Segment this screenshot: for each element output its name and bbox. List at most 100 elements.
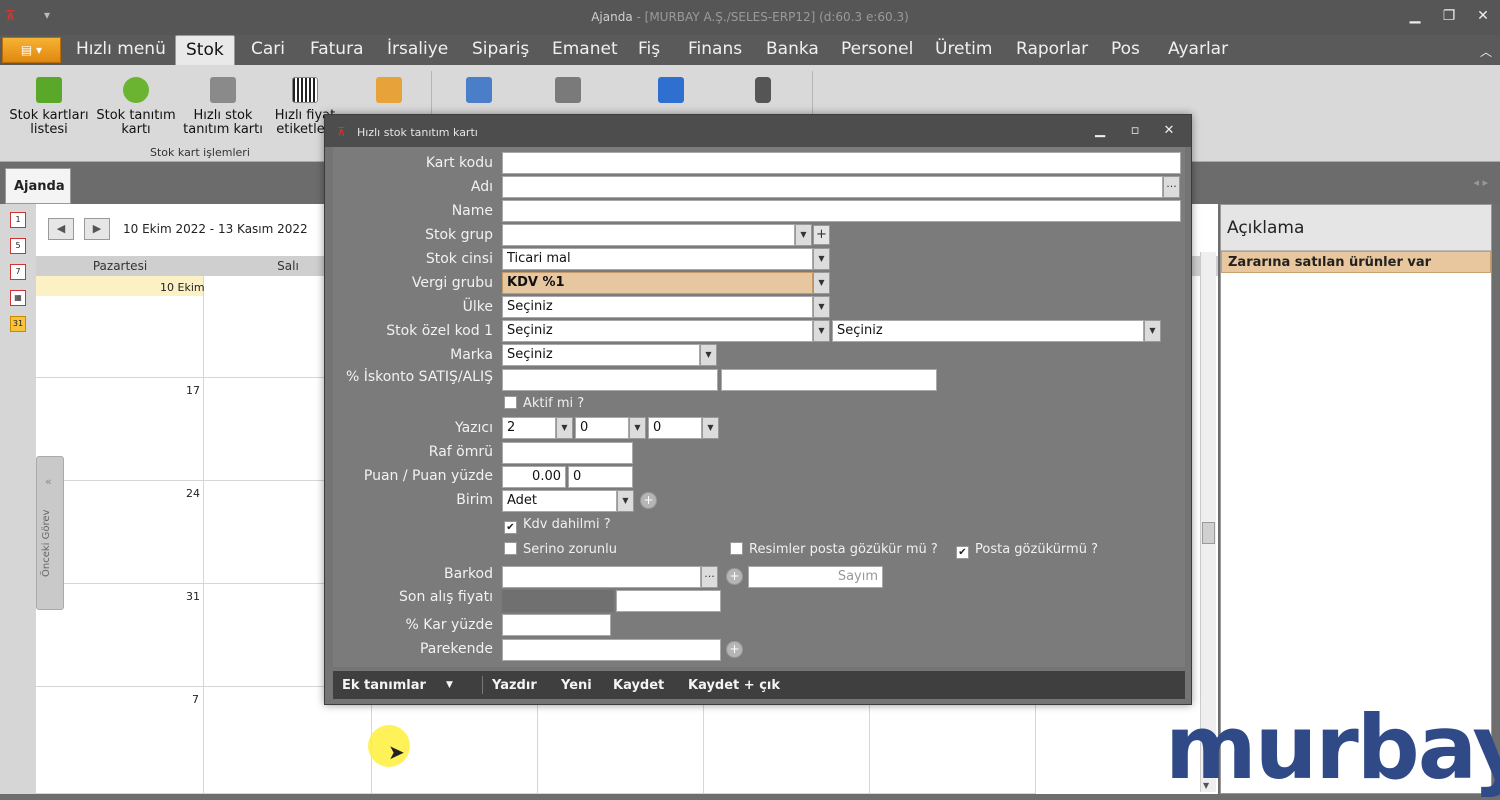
work-week-view-icon[interactable]: 5 [10, 238, 26, 254]
barkod-ellipsis-button[interactable]: ··· [701, 566, 718, 588]
yazici-2-select[interactable]: 0 [575, 417, 629, 439]
tab-scroll-arrows-icon[interactable]: ◂ ▸ [1473, 176, 1488, 189]
sayim-input[interactable]: Sayım [748, 566, 883, 588]
yeni-button[interactable]: Yeni [561, 678, 592, 693]
kar-yuzde-input[interactable] [502, 614, 611, 636]
puan-yuzde-input[interactable]: 0 [568, 466, 633, 488]
yazici-3-select[interactable]: 0 [648, 417, 702, 439]
kaydet-cik-button[interactable]: Kaydet + çık [688, 678, 780, 693]
stok-tanitim-karti-button[interactable]: Stok tanıtım kartı [96, 77, 176, 137]
tab-stok[interactable]: Stok [175, 35, 235, 66]
posta-checkbox[interactable]: ✔ Posta gözükürmü ? [956, 542, 1098, 559]
handheld-terminal-button[interactable] [750, 77, 776, 109]
aktif-checkbox-box[interactable] [504, 396, 517, 409]
tab-ayarlar[interactable]: Ayarlar [1168, 39, 1228, 59]
stok-kartlari-listesi-button[interactable]: Stok kartları listesi [8, 77, 90, 137]
scrollbar-thumb[interactable] [1202, 522, 1215, 544]
vergi-grubu-select[interactable]: KDV %1 [502, 272, 813, 294]
dialog-maximize-icon[interactable]: ▫ [1127, 123, 1143, 138]
vergi-grubu-dropdown-icon[interactable]: ▼ [813, 272, 830, 294]
kdv-dahil-checkbox-box[interactable]: ✔ [504, 521, 517, 534]
minimize-icon[interactable]: ▁ [1405, 8, 1425, 26]
stok-grup-select[interactable] [502, 224, 795, 246]
barkod-add-icon[interactable]: + [726, 568, 743, 585]
tab-finans[interactable]: Finans [688, 39, 742, 59]
application-menu-button[interactable]: ▤ ▾ [2, 37, 61, 63]
resimler-checkbox[interactable]: Resimler posta gözükür mü ? [730, 542, 938, 557]
tab-hizli-menu[interactable]: Hızlı menü [76, 39, 166, 59]
tab-siparis[interactable]: Sipariş [472, 39, 529, 59]
prev-period-button[interactable]: ◀ [48, 218, 74, 240]
tab-fis[interactable]: Fiş [638, 39, 660, 59]
yazici-1-select[interactable]: 2 [502, 417, 556, 439]
iskonto-satis-input[interactable] [502, 369, 718, 391]
stok-ozel-kod-2-dropdown-icon[interactable]: ▼ [1144, 320, 1161, 342]
resimler-checkbox-box[interactable] [730, 542, 743, 555]
tab-personel[interactable]: Personel [841, 39, 913, 59]
marka-dropdown-icon[interactable]: ▼ [700, 344, 717, 366]
forklift-button[interactable] [462, 77, 496, 109]
ek-tanimlar-dropdown-icon[interactable]: ▼ [446, 680, 453, 690]
next-period-button[interactable]: ▶ [84, 218, 110, 240]
stok-grup-add-button[interactable]: + [813, 225, 830, 245]
stok-ozel-kod-1-select[interactable]: Seçiniz [502, 320, 813, 342]
notification-item[interactable]: Zararına satılan ürünler var [1221, 251, 1491, 273]
ribbon-collapse-icon[interactable]: ︿ [1480, 43, 1492, 60]
timeline-view-icon[interactable]: ▦ [10, 290, 26, 306]
serino-checkbox[interactable]: Serino zorunlu [504, 542, 617, 557]
collapse-left-icon[interactable]: « [45, 475, 52, 488]
restore-icon[interactable]: ❐ [1439, 8, 1459, 26]
tab-pos[interactable]: Pos [1111, 39, 1140, 59]
network-button[interactable] [654, 77, 688, 109]
dialog-close-icon[interactable]: ✕ [1161, 123, 1177, 138]
yazdir-button[interactable]: Yazdır [492, 678, 537, 693]
parekende-add-icon[interactable]: + [726, 641, 743, 658]
kaydet-button[interactable]: Kaydet [613, 678, 664, 693]
yazici-3-dropdown-icon[interactable]: ▼ [702, 417, 719, 439]
tab-cari[interactable]: Cari [251, 39, 285, 59]
tab-fatura[interactable]: Fatura [310, 39, 363, 59]
aktif-checkbox[interactable]: Aktif mi ? [504, 396, 584, 411]
onceki-gorev-sidetab[interactable]: « Önceki Görev [36, 456, 64, 610]
adi-ellipsis-button[interactable]: ··· [1163, 176, 1180, 198]
dialog-minimize-icon[interactable]: ▁ [1092, 123, 1108, 138]
stok-ozel-kod-1-dropdown-icon[interactable]: ▼ [813, 320, 830, 342]
puan-input[interactable]: 0.00 [502, 466, 566, 488]
raf-omru-input[interactable] [502, 442, 633, 464]
calendar-cell[interactable] [36, 687, 204, 794]
posta-checkbox-box[interactable]: ✔ [956, 546, 969, 559]
yazici-1-dropdown-icon[interactable]: ▼ [556, 417, 573, 439]
tab-raporlar[interactable]: Raporlar [1016, 39, 1088, 59]
stok-grup-dropdown-icon[interactable]: ▼ [795, 224, 812, 246]
serino-checkbox-box[interactable] [504, 542, 517, 555]
son-alis-input[interactable] [616, 590, 721, 612]
parekende-input[interactable] [502, 639, 721, 661]
day-view-icon[interactable]: 1 [10, 212, 26, 228]
tab-uretim[interactable]: Üretim [935, 39, 992, 59]
adi-input[interactable] [502, 176, 1163, 198]
binoculars-button[interactable] [551, 77, 585, 109]
month-view-icon[interactable]: 31 [10, 316, 26, 332]
barkod-input[interactable] [502, 566, 701, 588]
close-icon[interactable]: ✕ [1473, 8, 1493, 26]
ulke-select[interactable]: Seçiniz [502, 296, 813, 318]
hizli-stok-tanitim-karti-button[interactable]: Hızlı stok tanıtım kartı [182, 77, 264, 137]
name-input[interactable] [502, 200, 1181, 222]
ek-tanimlar-button[interactable]: Ek tanımlar [342, 678, 426, 693]
iskonto-alis-input[interactable] [721, 369, 937, 391]
tab-banka[interactable]: Banka [766, 39, 819, 59]
ulke-dropdown-icon[interactable]: ▼ [813, 296, 830, 318]
tab-irsaliye[interactable]: İrsaliye [387, 39, 448, 59]
birim-dropdown-icon[interactable]: ▼ [617, 490, 634, 512]
yazici-2-dropdown-icon[interactable]: ▼ [629, 417, 646, 439]
kdv-dahil-checkbox[interactable]: ✔ Kdv dahilmi ? [504, 517, 611, 534]
tab-ajanda[interactable]: Ajanda [5, 168, 71, 204]
birim-select[interactable]: Adet [502, 490, 617, 512]
marka-select[interactable]: Seçiniz [502, 344, 700, 366]
boxes-button[interactable] [372, 77, 406, 109]
birim-add-icon[interactable]: + [640, 492, 657, 509]
tab-emanet[interactable]: Emanet [552, 39, 618, 59]
stok-ozel-kod-2-select[interactable]: Seçiniz [832, 320, 1144, 342]
stok-cinsi-select[interactable]: Ticari mal [502, 248, 813, 270]
week-view-icon[interactable]: 7 [10, 264, 26, 280]
